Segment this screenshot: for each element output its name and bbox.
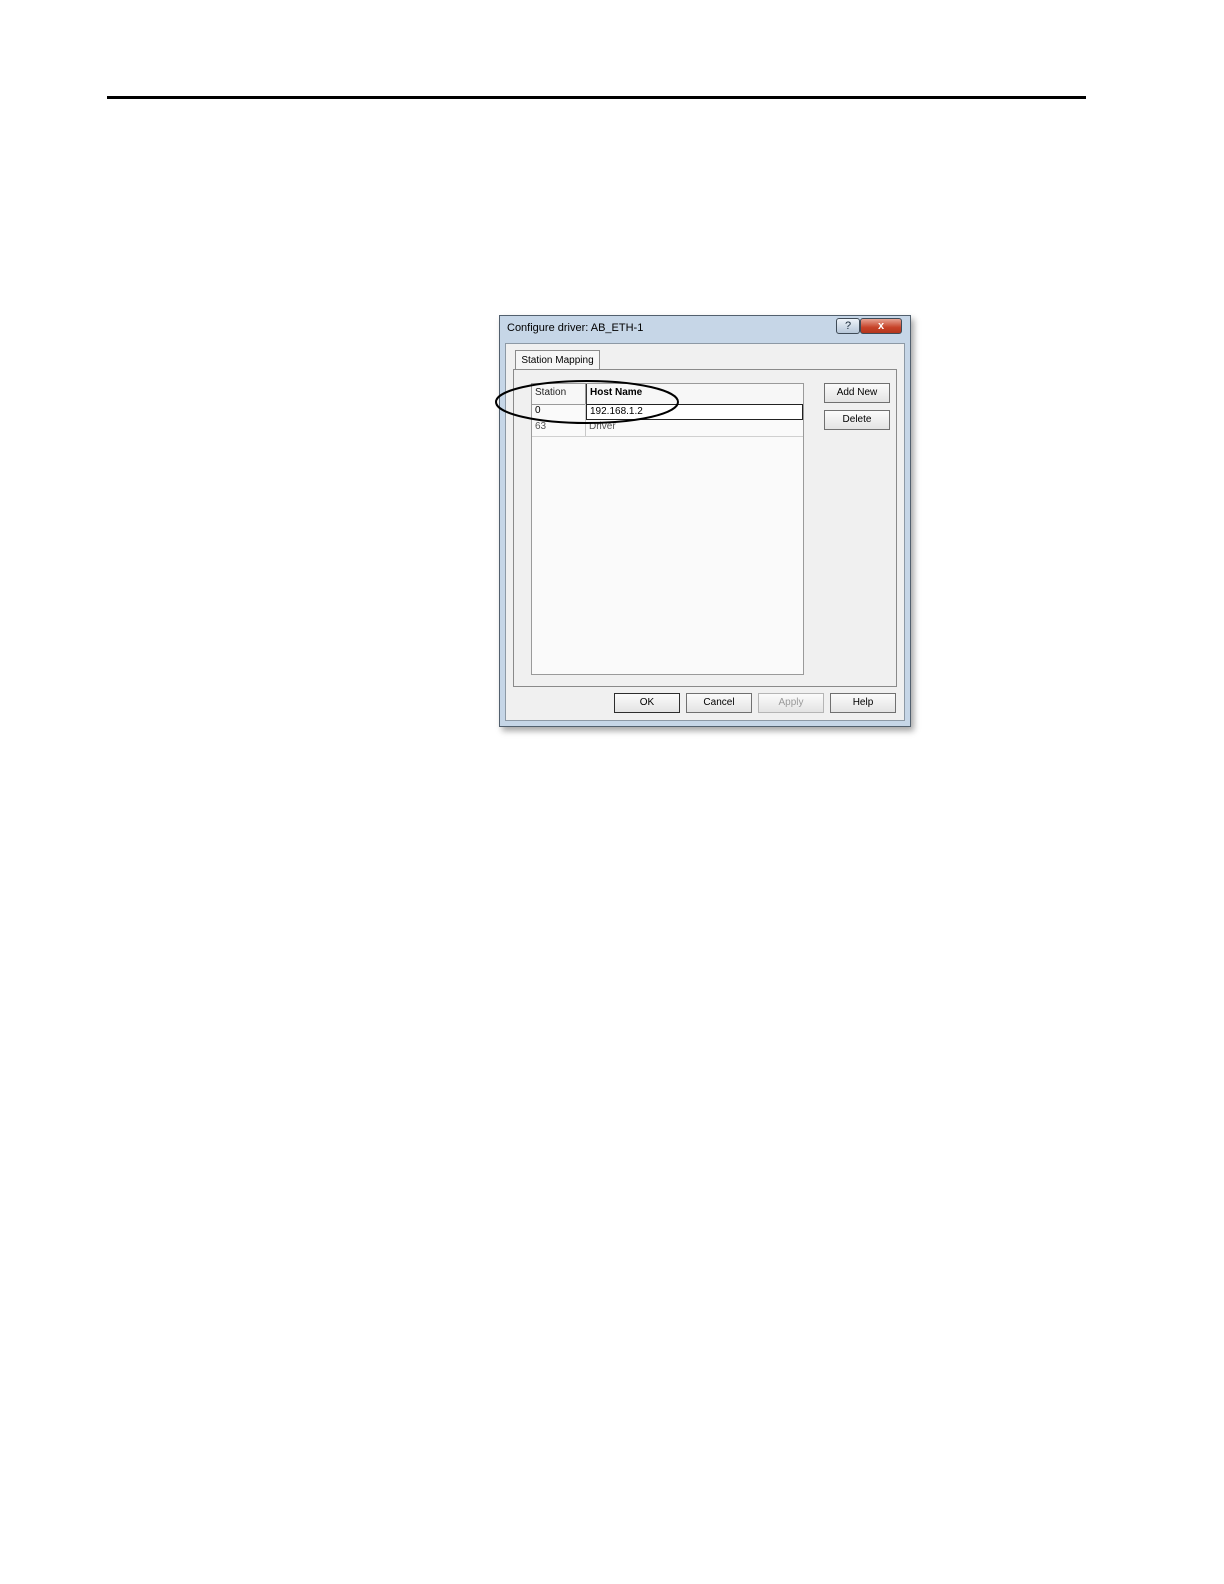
station-cell[interactable]: 63 (532, 420, 586, 436)
grid-header: Station Host Name (532, 384, 803, 405)
ok-button[interactable]: OK (614, 693, 680, 713)
help-icon[interactable]: ? (836, 318, 860, 334)
configure-driver-dialog: Configure driver: AB_ETH-1 ? x Station M… (499, 315, 911, 727)
add-new-button[interactable]: Add New (824, 383, 890, 403)
close-icon[interactable]: x (860, 318, 902, 334)
table-row[interactable]: 0 192.168.1.2 (532, 404, 803, 420)
title-bar[interactable]: Configure driver: AB_ETH-1 ? x (500, 316, 910, 342)
station-mapping-grid[interactable]: Station Host Name 0 192.168.1.2 63 Drive… (531, 383, 804, 675)
cancel-button[interactable]: Cancel (686, 693, 752, 713)
column-header-host-name[interactable]: Host Name (586, 384, 803, 404)
help-button[interactable]: Help (830, 693, 896, 713)
host-name-cell[interactable]: Driver (586, 420, 803, 436)
station-mapping-panel: Station Host Name 0 192.168.1.2 63 Drive… (513, 369, 897, 687)
dialog-title: Configure driver: AB_ETH-1 (507, 322, 644, 334)
apply-button[interactable]: Apply (758, 693, 824, 713)
tab-station-mapping[interactable]: Station Mapping (515, 350, 600, 370)
station-cell[interactable]: 0 (532, 404, 586, 420)
delete-button[interactable]: Delete (824, 410, 890, 430)
table-row[interactable]: 63 Driver (532, 420, 803, 437)
dialog-client-area: Station Mapping Station Host Name 0 192.… (505, 343, 905, 721)
column-header-station[interactable]: Station (532, 384, 586, 404)
page-header-rule (107, 96, 1086, 99)
host-name-cell[interactable]: 192.168.1.2 (586, 404, 803, 420)
